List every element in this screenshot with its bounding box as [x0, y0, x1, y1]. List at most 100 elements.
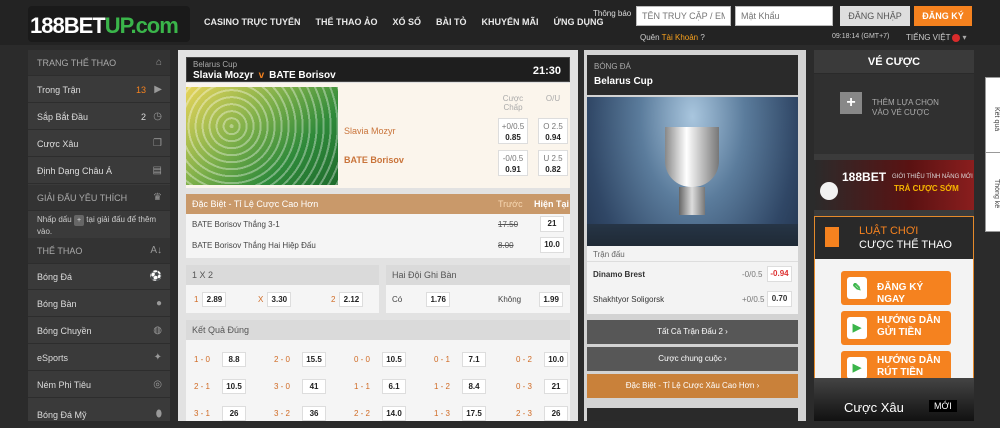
special-odd[interactable]: 21 [540, 216, 564, 232]
sidebar-item-table-tennis[interactable]: Bóng Bàn ● [28, 291, 170, 317]
sidebar: TRANG THỂ THAO ⌂ Trong Trận 13 ▶ Sắp Bắt Đầ… [28, 50, 170, 428]
score-odd[interactable]: 1 - 0 8.8 [194, 352, 247, 367]
sidebar-item-esports[interactable]: eSports ✦ [28, 345, 170, 371]
paddle-icon: ● [155, 298, 162, 309]
sidebar-item-american-football[interactable]: Bóng Đá Mỹ ⬮ [28, 402, 170, 428]
score-odd[interactable]: 3 - 2 36 [274, 406, 327, 421]
logo[interactable]: 188BETUP.com [28, 6, 190, 42]
notice-label[interactable]: Thông báo [593, 9, 631, 18]
sidebar-item-asian[interactable]: Định Dạng Châu Á ▤ [28, 158, 170, 184]
football-icon: ⚽ [149, 271, 162, 282]
sidebar-item-home[interactable]: TRANG THỂ THAO ⌂ [28, 50, 170, 76]
score-odd[interactable]: 0 - 0 10.5 [354, 352, 407, 367]
login-button[interactable]: ĐĂNG NHẬP [840, 6, 910, 26]
register-button[interactable]: ĐĂNG KÝ [914, 6, 972, 26]
odd-over[interactable]: O 2.5 0.94 [538, 118, 568, 144]
trophy-icon: ♛ [153, 192, 162, 203]
sidebar-sports-header[interactable]: THỂ THAO A↓ [28, 238, 170, 264]
forgot-account-link[interactable]: Tài Khoản [662, 33, 698, 42]
score-odd[interactable]: 1 - 2 8.4 [434, 379, 487, 394]
btts-header: Hai Đội Ghi Bàn [386, 265, 570, 285]
special-odd[interactable]: 10.0 [540, 237, 564, 253]
tab-results[interactable]: Kết quả [985, 77, 1000, 157]
league-name: Belarus Cup [193, 60, 238, 69]
forgot-account: Quên Tài Khoản ? [640, 33, 705, 42]
handicap-header: Cược Chấp [502, 94, 524, 112]
sidebar-item-football[interactable]: Bóng Đá ⚽ [28, 264, 170, 290]
football-icon [820, 182, 838, 200]
match-row: Dinamo Brest -0/0.5 -0.94 [587, 262, 798, 287]
score-odd[interactable]: 0 - 1 7.1 [434, 352, 487, 367]
play-icon: ▶ [847, 357, 867, 379]
match-time: 21:30 [532, 65, 561, 77]
special-row: BATE Borisov Thắng 3-1 17.50 21 [186, 214, 570, 235]
team-pattern-image [186, 87, 338, 185]
register-now-button[interactable]: ✎ ĐĂNG KÝ NGAY [841, 271, 951, 305]
btts-no[interactable]: Không 1.99 [498, 292, 564, 307]
rules-header[interactable]: LUẬT CHƠI CƯỢC THỂ THAO [815, 217, 973, 259]
sidebar-item-parlay[interactable]: Cược Xâu ❐ [28, 131, 170, 157]
side-tabs: Kết quả Thống kê [982, 50, 1000, 421]
odd-under[interactable]: U 2.5 0.82 [538, 150, 568, 176]
language-selector[interactable]: TIẾNG VIỆT ▾ [906, 33, 966, 42]
x12-home[interactable]: 1 2.89 [194, 292, 227, 307]
live-icon: ▶ [154, 84, 162, 95]
correct-score-header: Kết Quả Đúng [186, 320, 570, 340]
nav-promotions[interactable]: KHUYẾN MÃI [481, 17, 538, 27]
password-input[interactable] [735, 6, 833, 26]
username-input[interactable] [636, 6, 731, 26]
match-odd[interactable]: 0.70 [767, 291, 792, 307]
nav-cards[interactable]: BÀI TỎ [436, 17, 467, 27]
score-odd[interactable]: 1 - 3 17.5 [434, 406, 487, 421]
bet-slip-hint: THÊM LỰA CHỌN VÀO VÉ CƯỢC [872, 98, 939, 117]
sidebar-item-upcoming[interactable]: Sắp Bắt Đầu 2 ◷ [28, 104, 170, 130]
bet-slip-empty: + THÊM LỰA CHỌN VÀO VÉ CƯỢC [814, 74, 974, 154]
tab-stats[interactable]: Thống kê [985, 152, 1000, 232]
match-detail: Belarus Cup Slavia Mozyr v BATE Borisov 21… [178, 50, 578, 421]
x12-header: 1 X 2 [186, 265, 379, 285]
all-matches-button[interactable]: Tất Cả Trận Đấu 2 › [587, 320, 798, 344]
main-nav: CASINO TRỰC TUYẾN THỂ THAO ẢO XỔ SỐ BÀI … [204, 17, 603, 27]
score-odd[interactable]: 2 - 0 15.5 [274, 352, 327, 367]
pen-icon: ✎ [847, 277, 867, 299]
score-odd[interactable]: 2 - 3 26 [516, 406, 569, 421]
nav-lottery[interactable]: XỔ SỐ [392, 17, 421, 27]
odd-handicap-away[interactable]: -0/0.5 0.91 [498, 150, 528, 176]
score-odd[interactable]: 0 - 3 21 [516, 379, 569, 394]
plus-icon: + [840, 92, 862, 114]
sidebar-item-darts[interactable]: Ném Phi Tiêu ◎ [28, 372, 170, 398]
score-odd[interactable]: 2 - 1 10.5 [194, 379, 247, 394]
nav-virtual[interactable]: THỂ THAO ẢO [315, 17, 377, 27]
sidebar-item-volleyball[interactable]: Bóng Chuyền ◍ [28, 318, 170, 344]
sidebar-fav-header: GIẢI ĐẤU YÊU THÍCH ♛ [28, 185, 170, 211]
logo-text: 188BETUP.com [30, 13, 179, 38]
score-odd[interactable]: 3 - 1 26 [194, 406, 247, 421]
sort-az-icon: A↓ [150, 245, 162, 256]
cashout-promo-banner[interactable]: 188BET GIỚI THIỆU TÍNH NĂNG MỚI TRẢ CƯỢC… [814, 160, 974, 210]
star-plus-icon: + [73, 215, 85, 226]
outright-button[interactable]: Cược chung cuộc › [587, 347, 798, 371]
score-odd[interactable]: 3 - 0 41 [274, 379, 327, 394]
nav-apps[interactable]: ỨNG DỤNG [554, 17, 604, 27]
match-teams: Slavia Mozyr v BATE Borisov [193, 70, 336, 81]
special-parlay-button[interactable]: Đặc Biệt - Tỉ Lệ Cược Xâu Cao Hơn › [587, 374, 798, 398]
score-odd[interactable]: 0 - 2 10.0 [516, 352, 569, 367]
special-odds-section: Đặc Biệt - Tỉ Lệ Cược Cao Hơn Trước Hiện T… [186, 194, 570, 258]
match-row: Shakhtyor Soligorsk +0/0.5 0.70 [587, 287, 798, 312]
score-odd[interactable]: 2 - 2 14.0 [354, 406, 407, 421]
odd-handicap-home[interactable]: +0/0.5 0.85 [498, 118, 528, 144]
flag-icon [952, 33, 961, 42]
btts-yes[interactable]: Có 1.76 [392, 292, 451, 307]
x12-draw[interactable]: X 3.30 [258, 292, 292, 307]
nav-casino[interactable]: CASINO TRỰC TUYẾN [204, 17, 300, 27]
home-icon: ⌂ [155, 57, 162, 68]
sidebar-item-live[interactable]: Trong Trận 13 ▶ [28, 77, 170, 103]
deposit-guide-button[interactable]: ▶ HƯỚNG DẪN GỬI TIỀN [841, 311, 951, 345]
x12-away[interactable]: 2 2.12 [331, 292, 364, 307]
score-odd[interactable]: 1 - 1 6.1 [354, 379, 407, 394]
next-league-box [587, 408, 798, 421]
match-list: Trận đấu Dinamo Brest -0/0.5 -0.94 Shakhty… [587, 246, 798, 314]
parlay-banner[interactable]: Cược Xâu MỚI [814, 378, 974, 421]
match-odd[interactable]: -0.94 [767, 266, 792, 282]
volleyball-icon: ◍ [153, 325, 162, 336]
